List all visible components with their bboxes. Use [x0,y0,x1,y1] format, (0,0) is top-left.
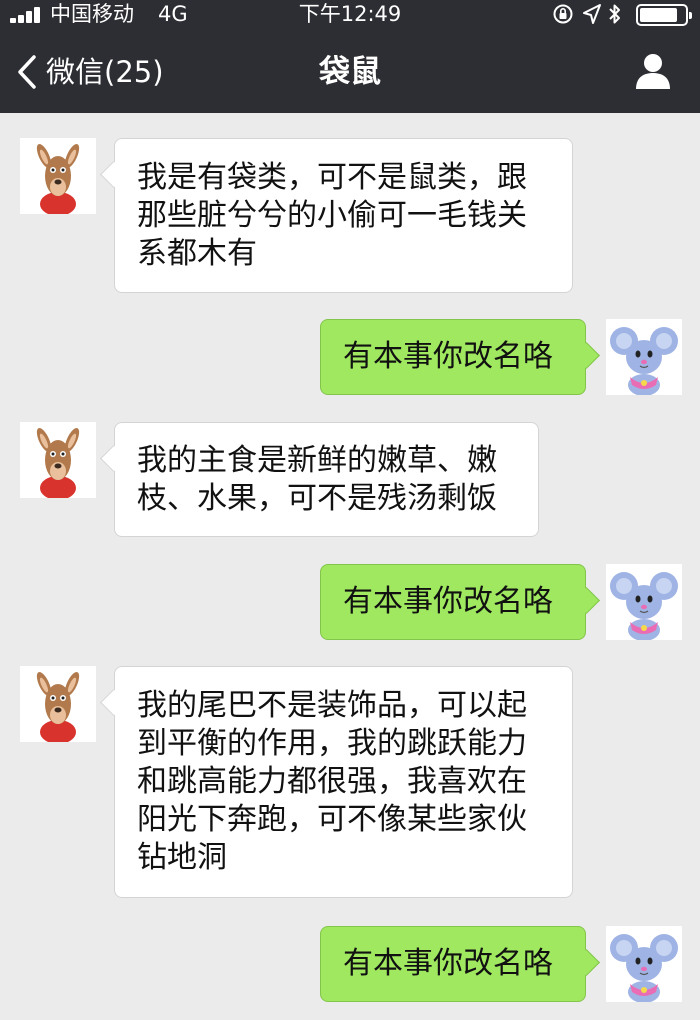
top-bar: 中国移动 4G 下午12:49 微信(25) 袋鼠 [0,0,700,113]
kangaroo-avatar[interactable] [20,138,96,214]
message-line: 我是有袋类，可不是鼠类，跟 [137,159,527,195]
message-line: 我的主食是新鲜的嫩草、嫩 [137,442,497,478]
message-line: 钻地洞 [137,840,227,875]
status-bar: 中国移动 4G 下午12:49 [0,0,700,28]
message-line: 枝、水果，可不是残汤剩饭 [137,480,497,516]
message-bubble-outgoing[interactable]: 有本事你改名咯 [320,564,586,640]
chat-title: 袋鼠 [319,54,381,90]
battery-level [640,8,677,22]
status-icons [538,3,692,26]
message-bubble-incoming[interactable]: 我的尾巴不是装饰品，可以起 到平衡的作用，我的跳跃能力 和跳高能力都很强，我喜欢… [114,666,573,898]
chat-message-list[interactable]: 我是有袋类，可不是鼠类，跟 那些脏兮兮的小偷可一毛钱关 系都木有 有本事你改名咯 [0,113,700,1020]
message-bubble-outgoing[interactable]: 有本事你改名咯 [320,926,586,1002]
kangaroo-avatar[interactable] [20,666,96,742]
mouse-avatar[interactable] [606,319,682,395]
message-bubble-incoming[interactable]: 我是有袋类，可不是鼠类，跟 那些脏兮兮的小偷可一毛钱关 系都木有 [114,138,573,293]
battery-icon [636,4,692,26]
orientation-lock-icon [553,4,573,24]
location-arrow-icon [583,4,601,24]
message-line: 有本事你改名咯 [343,584,553,619]
message-line: 到平衡的作用，我的跳跃能力 [137,726,527,761]
kangaroo-icon [36,672,80,742]
person-icon[interactable] [634,52,672,90]
message-line: 和跳高能力都很强，我喜欢在 [137,764,527,799]
kangaroo-icon [36,144,80,214]
message-bubble-outgoing[interactable]: 有本事你改名咯 [320,319,586,395]
mouse-avatar[interactable] [606,564,682,640]
message-line: 阳光下奔跑，可不像某些家伙 [137,802,527,837]
mouse-icon [610,572,678,640]
navigation-bar: 微信(25) 袋鼠 [0,28,700,113]
mouse-avatar[interactable] [606,926,682,1002]
kangaroo-icon [36,428,80,498]
mouse-icon [610,934,678,1002]
kangaroo-avatar[interactable] [20,422,96,498]
message-line: 系都木有 [137,235,257,271]
message-bubble-incoming[interactable]: 我的主食是新鲜的嫩草、嫩 枝、水果，可不是残汤剩饭 [114,422,539,537]
message-line: 那些脏兮兮的小偷可一毛钱关 [137,197,527,233]
mouse-icon [610,327,678,395]
bluetooth-icon [609,4,620,24]
message-line: 有本事你改名咯 [343,339,553,374]
message-line: 我的尾巴不是装饰品，可以起 [137,688,527,723]
message-line: 有本事你改名咯 [343,946,553,981]
